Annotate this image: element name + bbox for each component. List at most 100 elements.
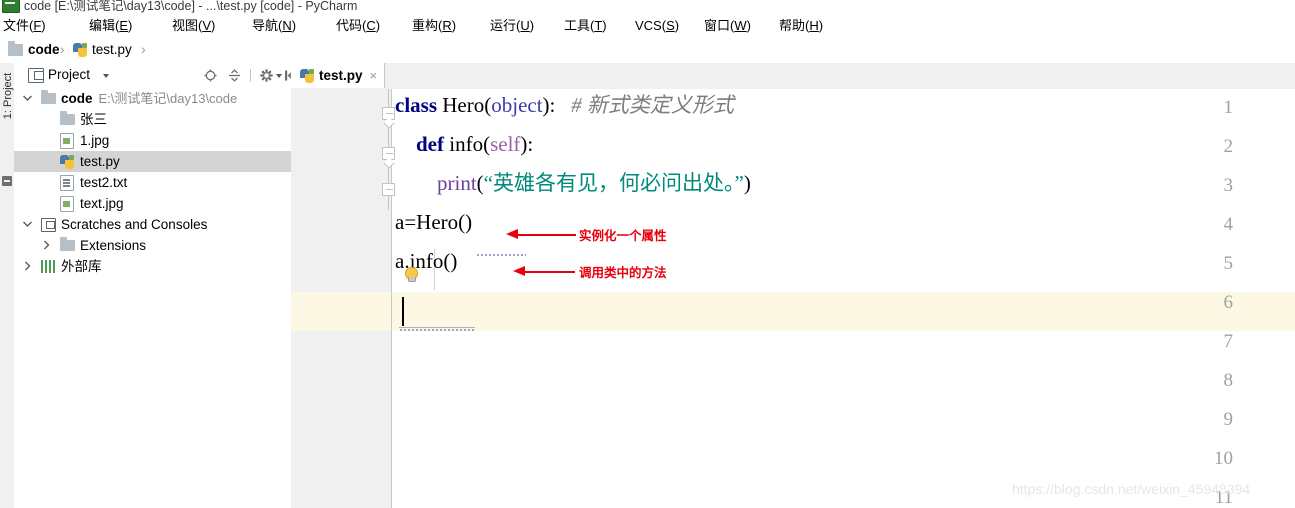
text-file-icon [60,175,74,191]
tree-item-7[interactable]: Scratches and Consoles [14,214,291,235]
token: info [449,132,484,156]
title-bar: code [E:\测试笔记\day13\code] - ...\test.py … [0,0,1295,15]
code-editor[interactable]: 1 2 3 4 5 6 7 8 9 10 11 class Hero(object): # 新式类定… [291,89,1295,508]
tree-item-label: 外部库 [61,259,102,274]
menu-item-7[interactable]: 运行(U) [489,17,535,34]
close-icon[interactable]: × [370,69,378,82]
fold-gutter[interactable] [379,89,395,508]
python-file-icon [300,68,314,83]
tree-item-label: test2.txt [80,175,128,190]
token: # 新式类定义形式 [571,93,734,117]
annotation-arrow-2 [513,266,575,277]
folder-icon [60,237,75,251]
menu-item-4[interactable]: 导航(N) [251,17,297,34]
tree-item-6[interactable]: text.jpg [14,193,291,214]
tree-item-path: E:\测试笔记\day13\code [98,91,238,106]
tree-item-8[interactable]: Extensions [14,235,291,256]
token: Hero [416,210,459,234]
menu-item-10[interactable]: 窗口(W) [703,17,752,34]
code-line-4: a=Hero() [395,212,472,233]
tree-item-3[interactable]: 1.jpg [14,130,291,151]
folder-icon [60,111,75,125]
breadcrumb-separator: › [141,41,146,57]
gear-icon[interactable] [260,69,273,82]
menu-item-5[interactable]: 代码(C) [335,17,381,34]
tab-label: test.py [319,68,363,83]
folder-icon [41,90,56,104]
token: “英雄各有见，何必问出处。” [483,171,744,195]
app-icon [2,0,20,13]
code-content[interactable]: class Hero(object): # 新式类定义形式 def info(s… [395,89,1295,508]
project-icon [28,68,44,83]
collapse-all-icon[interactable] [228,69,241,82]
tree-item-1[interactable]: code E:\测试笔记\day13\code [14,88,291,109]
annotation-label-1: 实例化一个属性 [579,229,667,243]
token: object [491,93,543,117]
token: Hero [442,93,485,117]
weak-warning-squiggle-line4 [399,327,475,331]
token: () [443,249,458,273]
fold-marker-line1[interactable] [382,107,395,129]
python-file-icon [73,42,87,57]
library-icon [41,260,55,273]
chevron-right-icon[interactable] [41,239,52,251]
menu-item-2[interactable]: 编辑(E) [88,17,133,34]
left-tool-strip: 1: Project [0,63,15,508]
tree-item-label: code E:\测试笔记\day13\code [61,91,238,106]
scratches-icon [41,218,56,232]
menu-item-8[interactable]: 工具(T) [563,17,608,34]
tree-item-2[interactable]: 张三 [14,109,291,130]
tree-item-label: test.py [80,154,120,169]
breadcrumb-item-code[interactable]: code [8,40,60,59]
menu-item-3[interactable]: 视图(V) [171,17,216,34]
tool-window-button-project[interactable]: 1: Project [1,66,15,126]
tree-item-5[interactable]: test2.txt [14,172,291,193]
structure-icon[interactable] [2,176,12,186]
chevron-right-icon[interactable] [22,260,33,272]
project-panel-header: Project [14,63,296,88]
tree-item-4[interactable]: test.py [14,151,291,172]
code-line-1: class Hero(object): # 新式类定义形式 [395,95,734,116]
chevron-down-icon[interactable] [22,92,33,104]
breadcrumb-separator: › [60,41,65,57]
editor-tab-bar: test.py × [291,63,1295,90]
token: print [437,171,477,195]
annotation-arrow-1 [506,229,576,240]
pycharm-window: code [E:\测试笔记\day13\code] - ...\test.py … [0,0,1295,508]
token: ) [743,171,751,195]
python-file-icon [60,155,75,169]
menu-item-6[interactable]: 重构(R) [411,17,457,34]
folder-icon [8,40,23,56]
menu-bar: 文件(F) 编辑(E) 视图(V) 导航(N) 代码(C) 重构(R) 运行(U) 工具(T)… [0,15,1295,36]
project-tree[interactable]: code E:\测试笔记\day13\code 张三 1.jpg test.py test… [14,88,291,508]
code-line-3: print(“英雄各有见，何必问出处。”) [395,173,751,194]
menu-item-9[interactable]: VCS(S) [634,17,680,34]
token: ): [520,132,534,156]
breadcrumb-item-testpy[interactable]: test.py [73,40,132,59]
token: a= [395,210,417,234]
window-title: code [E:\测试笔记\day13\code] - ...\test.py … [24,0,358,13]
token: () [458,210,473,234]
annotation-label-2: 调用类中的方法 [579,266,667,280]
intention-bulb-icon[interactable] [403,267,418,282]
image-file-icon [60,196,74,212]
tab-testpy[interactable]: test.py × [291,63,386,88]
chevron-down-icon[interactable] [276,74,282,78]
chevron-down-icon[interactable] [103,74,109,78]
menu-item-11[interactable]: 帮助(H) [778,17,824,34]
fold-marker-line3[interactable] [382,183,395,196]
image-file-icon [60,133,74,149]
project-panel: Project code E:\测试笔记\day13\code 张三 1.jpg… [14,63,296,508]
locate-icon[interactable] [204,69,217,82]
fold-marker-line2[interactable] [382,147,395,169]
chevron-down-icon[interactable] [22,218,33,230]
tree-item-label: Scratches and Consoles [61,217,208,232]
project-panel-title: Project [48,67,91,82]
breadcrumb-label: test.py [92,42,132,57]
breadcrumb: code › test.py › [0,36,1295,64]
menu-item-1[interactable]: 文件(F) [2,17,47,34]
tree-item-9[interactable]: 外部库 [14,256,291,277]
